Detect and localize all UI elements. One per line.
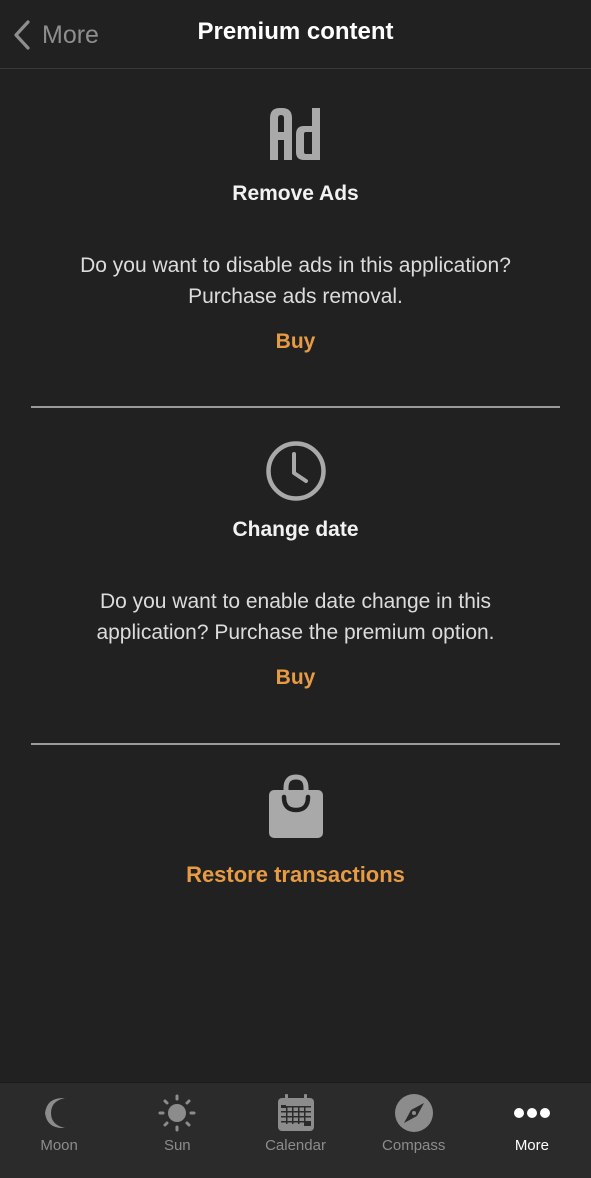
change-date-section: Change date Do you want to enable date c…	[0, 440, 591, 690]
tab-calendar[interactable]: Calendar	[236, 1083, 354, 1178]
buy-remove-ads-button[interactable]: Buy	[276, 330, 316, 354]
buy-change-date-button[interactable]: Buy	[276, 666, 316, 690]
calendar-icon	[277, 1094, 314, 1131]
ad-icon	[269, 108, 320, 160]
tab-label: More	[514, 1137, 549, 1154]
separator	[31, 743, 560, 745]
compass-icon	[394, 1094, 433, 1132]
clock-icon	[265, 441, 326, 501]
navigation-bar: More Premium content	[0, 0, 591, 69]
tab-sun[interactable]: Sun	[118, 1083, 236, 1178]
more-icon	[513, 1108, 550, 1118]
tab-bar: Moon Sun Calendar Compass More	[0, 1082, 591, 1178]
tab-moon[interactable]: Moon	[0, 1083, 118, 1178]
premium-content-screen: More Premium content Remove Ads Do you w…	[0, 0, 591, 1178]
section-description: Do you want to enable date change in thi…	[96, 590, 495, 644]
restore-section: Restore transactions	[0, 774, 591, 888]
remove-ads-section: Remove Ads Do you want to disable ads in…	[0, 104, 591, 354]
shopping-bag-icon	[268, 774, 323, 838]
tab-label: Sun	[163, 1137, 191, 1154]
page-title: Premium content	[197, 18, 394, 45]
moon-icon	[45, 1097, 66, 1129]
sun-icon	[158, 1094, 196, 1132]
tab-more[interactable]: More	[473, 1083, 591, 1178]
section-title: Remove Ads	[232, 182, 359, 205]
tab-label: Moon	[40, 1137, 78, 1154]
section-description: Do you want to disable ads in this appli…	[80, 254, 511, 308]
tab-label: Compass	[382, 1137, 446, 1154]
tab-label: Calendar	[265, 1137, 326, 1154]
section-title: Change date	[232, 518, 359, 541]
separator	[31, 406, 560, 408]
tab-compass[interactable]: Compass	[355, 1083, 473, 1178]
restore-transactions-button[interactable]: Restore transactions	[186, 862, 405, 888]
